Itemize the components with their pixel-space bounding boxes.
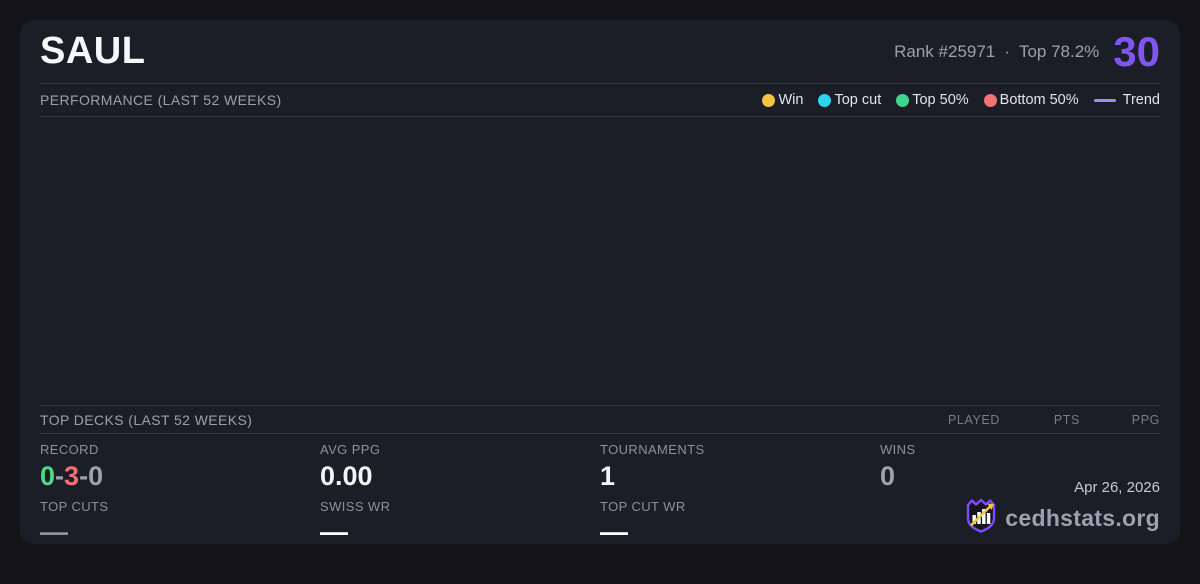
top-decks-header: TOP DECKS (LAST 52 WEEKS) PLAYED PTS PPG: [20, 406, 1180, 433]
top-decks-columns: PLAYED PTS PPG: [910, 413, 1160, 427]
legend-item-bottom-50: Bottom 50%: [983, 92, 1079, 108]
card-header: SAUL Rank #25971 · Top 78.2% 30: [20, 20, 1180, 83]
stat-record: RECORD 0-3-0: [40, 442, 320, 492]
record-losses: 3: [64, 461, 80, 491]
stat-swiss-wr: SWISS WR —: [320, 499, 600, 546]
stat-value-record: 0-3-0: [40, 461, 320, 492]
trend-line-icon: [1093, 98, 1116, 102]
stat-value-top-cuts: —: [40, 516, 68, 548]
legend-item-trend: Trend: [1093, 92, 1160, 108]
stat-value-swiss-wr: —: [320, 516, 348, 548]
stat-tournaments: TOURNAMENTS 1: [600, 442, 880, 492]
legend-label-bottom-50: Bottom 50%: [999, 92, 1079, 108]
legend-item-top-cut: Top cut: [818, 92, 881, 108]
legend-label-top-50: Top 50%: [912, 92, 969, 108]
record-sep: -: [79, 461, 89, 491]
win-dot-icon: [762, 93, 776, 107]
stat-label-record: RECORD: [40, 442, 99, 457]
brand-row[interactable]: cedhstats.org: [965, 498, 1160, 538]
stat-value-top-cut-wr: —: [600, 516, 628, 548]
top-decks-title: TOP DECKS (LAST 52 WEEKS): [40, 411, 253, 428]
column-header-ppg: PPG: [1131, 412, 1160, 427]
player-name: SAUL: [40, 30, 146, 72]
legend-item-win: Win: [762, 92, 803, 108]
stat-avg-ppg: AVG PPG 0.00: [320, 442, 600, 492]
legend-label-trend: Trend: [1122, 92, 1160, 108]
card-footer: Apr 26, 2026 cedhstats.org: [965, 479, 1160, 538]
stat-top-cuts: TOP CUTS —: [40, 499, 320, 546]
stat-label-top-cut-wr: TOP CUT WR: [600, 499, 686, 515]
performance-header: PERFORMANCE (LAST 52 WEEKS) Win Top cut …: [20, 84, 1180, 116]
legend-label-win: Win: [778, 92, 804, 108]
score-value: 30: [1113, 27, 1160, 75]
top-percent: Top 78.2%: [1018, 41, 1100, 61]
brand-link[interactable]: cedhstats.org: [1005, 505, 1160, 532]
record-sep: -: [55, 461, 65, 491]
stat-label-swiss-wr: SWISS WR: [320, 499, 391, 515]
top-50-dot-icon: [896, 93, 910, 107]
cedhstats-logo-icon: [965, 498, 997, 538]
legend-item-top-50: Top 50%: [896, 92, 969, 108]
stat-top-cut-wr: TOP CUT WR —: [600, 499, 880, 546]
stat-label-wins: WINS: [880, 442, 916, 457]
top-cut-dot-icon: [818, 93, 832, 107]
player-stats-card: SAUL Rank #25971 · Top 78.2% 30 PERFORMA…: [20, 20, 1180, 546]
stat-value-avg-ppg: 0.00: [320, 461, 373, 491]
column-header-played: PLAYED: [947, 412, 1000, 427]
rank-line: Rank #25971 · Top 78.2%: [894, 42, 1099, 62]
performance-title: PERFORMANCE (LAST 52 WEEKS): [40, 92, 282, 108]
rank-number: Rank #25971: [894, 41, 996, 61]
record-draws: 0: [88, 461, 104, 491]
rank-separator: ·: [1004, 41, 1010, 61]
card-date: Apr 26, 2026: [1074, 479, 1160, 496]
record-wins: 0: [40, 461, 56, 491]
stat-label-top-cuts: TOP CUTS: [40, 499, 109, 515]
header-rank-area: Rank #25971 · Top 78.2% 30: [894, 27, 1160, 75]
column-header-pts: PTS: [1053, 412, 1080, 427]
legend-label-top-cut: Top cut: [834, 92, 882, 108]
stat-label-tournaments: TOURNAMENTS: [600, 442, 705, 457]
bottom-50-dot-icon: [983, 93, 997, 107]
stat-label-avg-ppg: AVG PPG: [320, 442, 381, 457]
performance-chart-area: [20, 117, 1180, 405]
stat-value-tournaments: 1: [600, 461, 616, 491]
chart-legend: Win Top cut Top 50% Bottom 50% Trend: [762, 92, 1160, 108]
